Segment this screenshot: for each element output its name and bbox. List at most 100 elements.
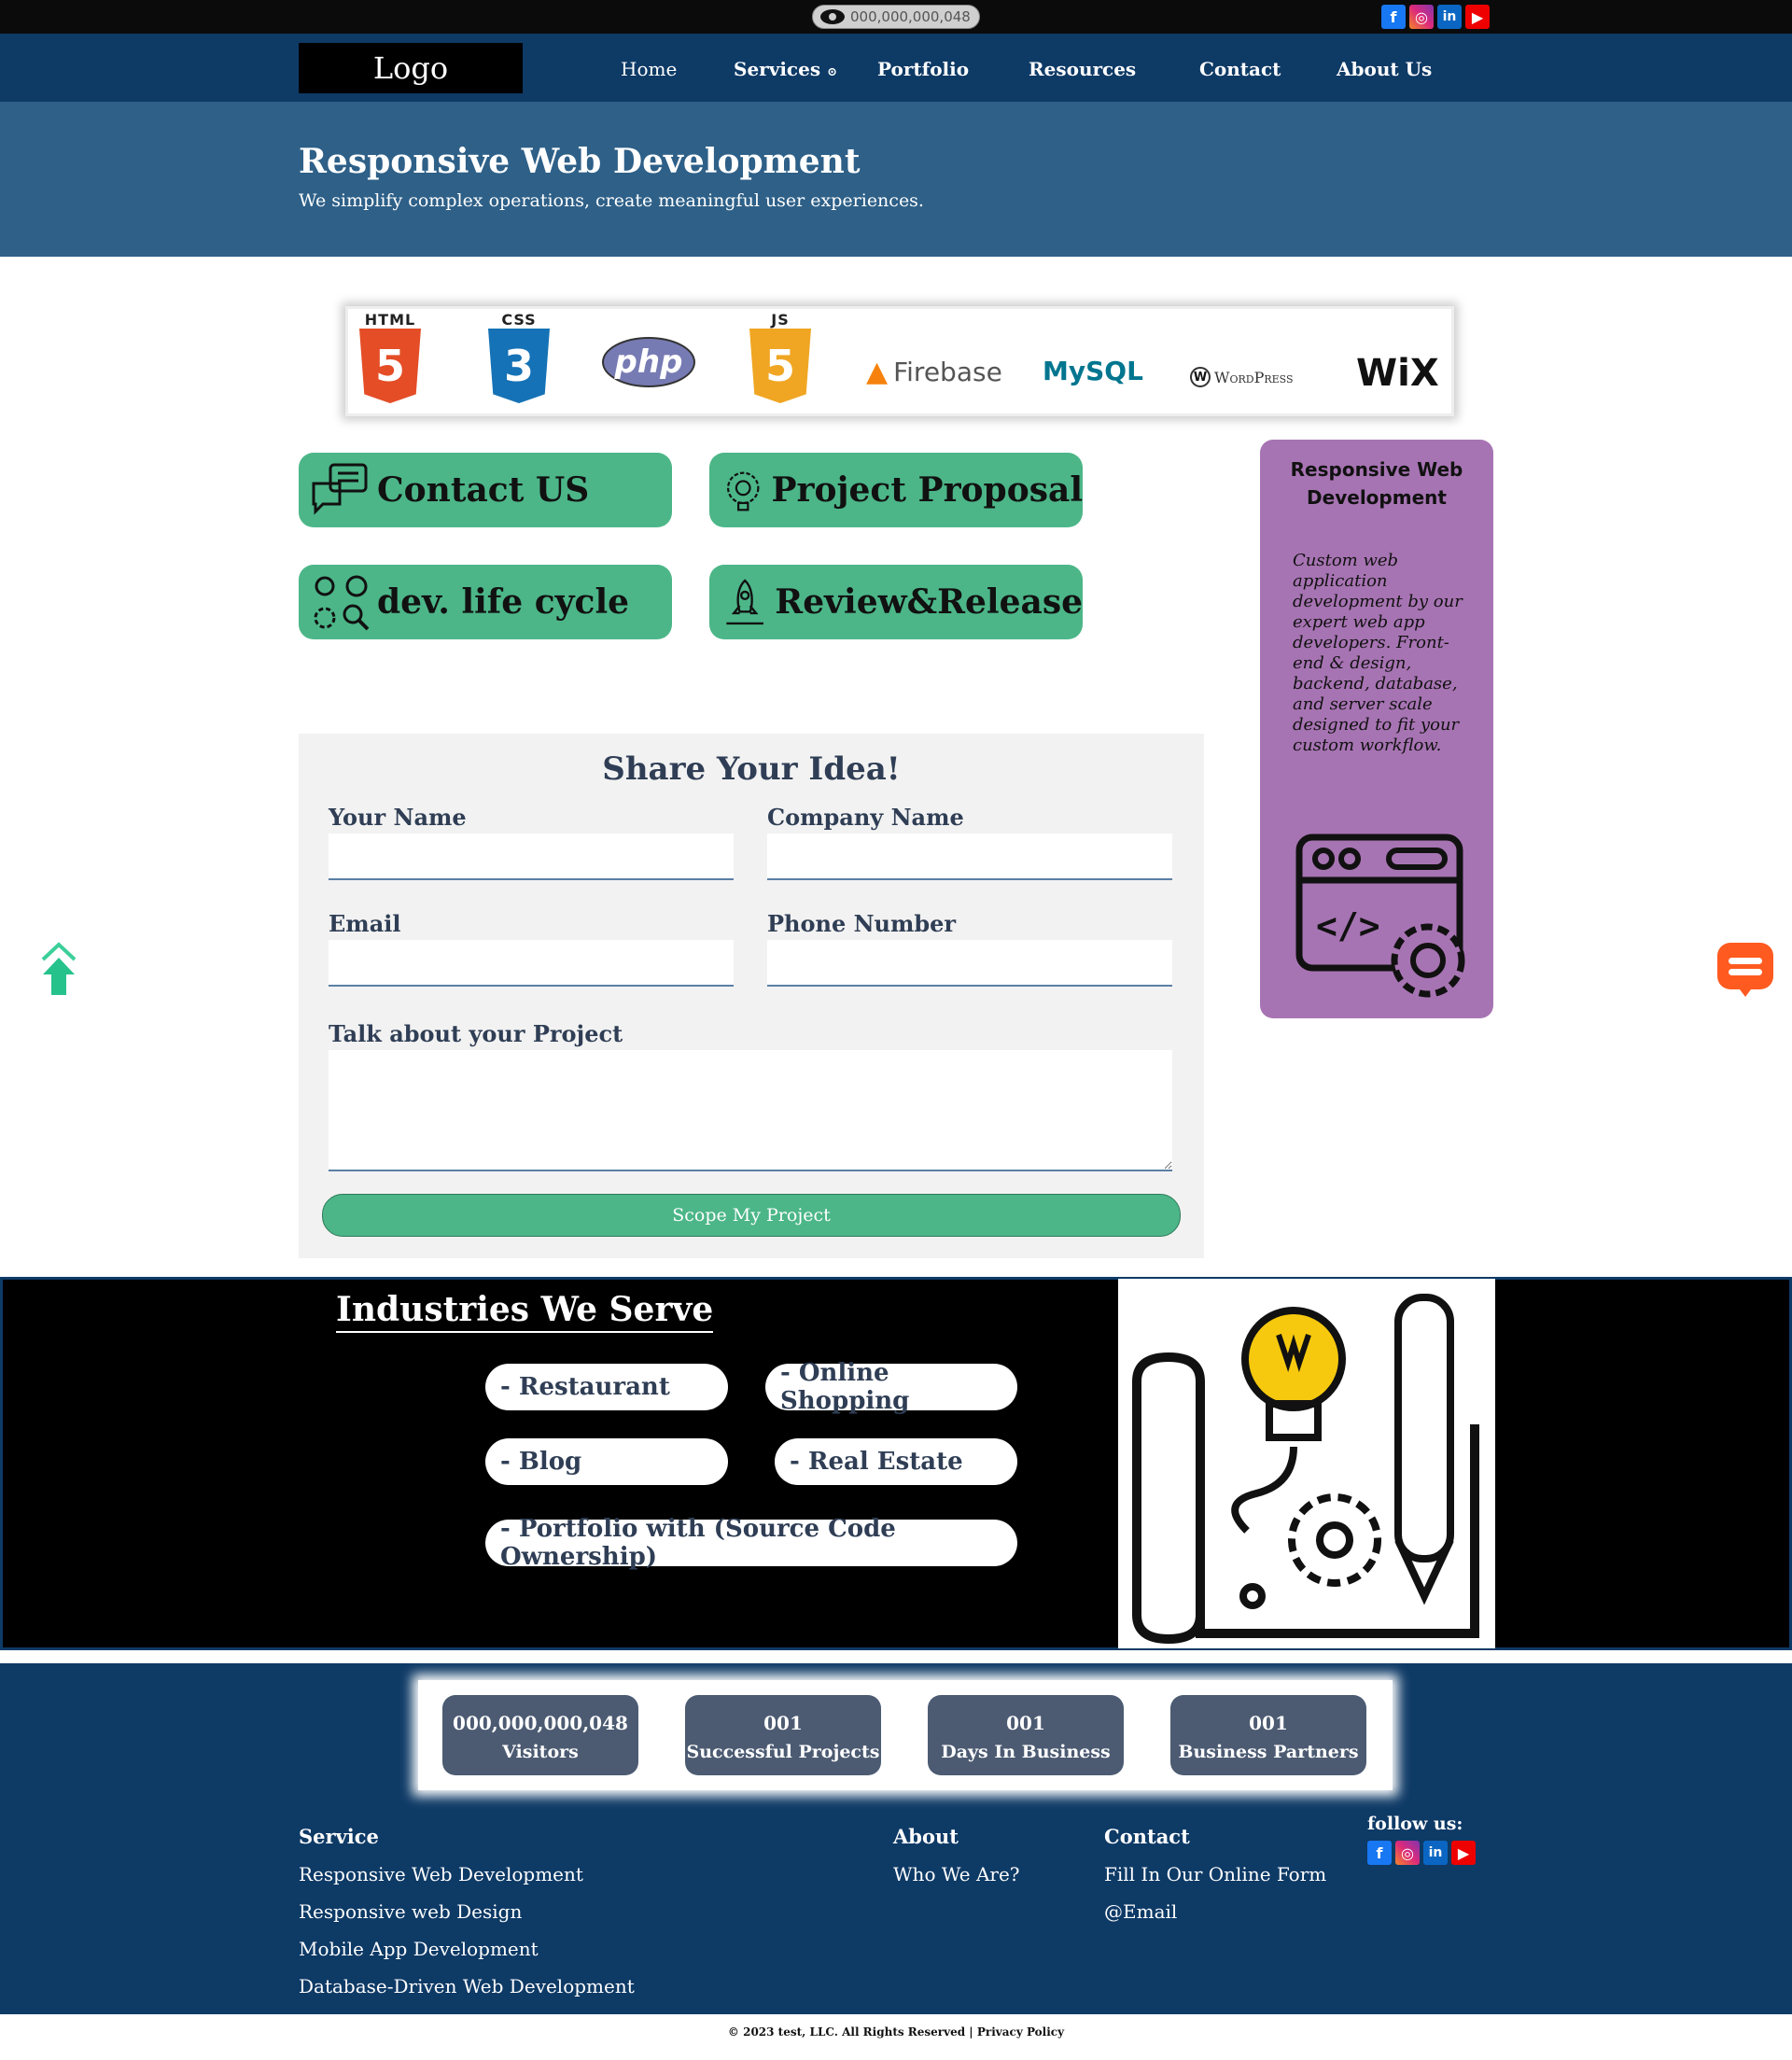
youtube-icon[interactable]: ▶: [1465, 5, 1490, 29]
css3-logo: CSS 3: [488, 311, 550, 403]
facebook-icon[interactable]: f: [1367, 1841, 1392, 1865]
phone-label: Phone Number: [767, 910, 957, 937]
visit-counter-value: 000,000,000,048: [850, 8, 971, 25]
visit-counter: 000,000,000,048: [812, 5, 980, 29]
footer-link[interactable]: Database-Driven Web Development: [299, 1975, 635, 1997]
footer-link[interactable]: @Email: [1104, 1900, 1177, 1923]
stat-visitors: 000,000,000,048 Visitors: [442, 1695, 638, 1775]
social-links-footer: f ◎ in ▶: [1367, 1841, 1476, 1865]
footer-link[interactable]: Responsive Web Development: [299, 1863, 583, 1885]
industry-portfolio[interactable]: - Portfolio with (Source Code Ownership): [485, 1515, 1017, 1571]
stat-value: 000,000,000,048: [453, 1712, 628, 1734]
industries-title: Industries We Serve: [336, 1290, 714, 1333]
facebook-icon[interactable]: f: [1381, 5, 1406, 29]
wordpress-icon: W: [1190, 367, 1211, 387]
instagram-icon[interactable]: ◎: [1409, 5, 1434, 29]
company-field[interactable]: [767, 834, 1172, 880]
mysql-text: MySQL: [1043, 356, 1143, 386]
nav-home[interactable]: Home: [621, 58, 677, 80]
firebase-text: Firebase: [893, 357, 1002, 387]
follow-us-label: follow us:: [1367, 1814, 1463, 1834]
svg-text:</>: </>: [1316, 905, 1380, 946]
php-text: php: [602, 337, 695, 387]
nav-contact[interactable]: Contact: [1199, 58, 1281, 80]
wix-logo: WiX: [1356, 352, 1439, 395]
dev-life-cycle-button[interactable]: dev. life cycle: [299, 565, 672, 639]
scroll-up-icon[interactable]: [37, 941, 80, 999]
chat-bubbles-icon: [312, 463, 368, 515]
footer-link[interactable]: Fill In Our Online Form: [1104, 1863, 1326, 1885]
js-caption: JS: [771, 311, 790, 329]
form-title: Share Your Idea!: [602, 750, 901, 788]
js-logo: JS 5: [749, 311, 811, 403]
firebase-logo: ▲ Firebase: [866, 356, 1002, 388]
youtube-icon[interactable]: ▶: [1451, 1841, 1476, 1865]
dev-life-cycle-label: dev. life cycle: [377, 582, 630, 622]
company-label: Company Name: [767, 804, 964, 831]
code-window-gear-icon: </>: [1295, 834, 1465, 998]
html-caption: HTML: [364, 311, 416, 329]
rocket-icon: [726, 579, 763, 625]
stat-label: Business Partners: [1178, 1742, 1359, 1762]
nav-portfolio[interactable]: Portfolio: [877, 58, 969, 80]
review-release-label: Review&Release: [775, 582, 1083, 622]
logo[interactable]: Logo: [299, 43, 523, 93]
linkedin-icon[interactable]: in: [1423, 1841, 1448, 1865]
nav-services[interactable]: Services ⊙: [734, 58, 837, 80]
contact-us-label: Contact US: [377, 470, 590, 510]
copyright-text: © 2023 test, LLC. All Rights Reserved |: [727, 2025, 977, 2039]
mysql-logo: MySQL: [1043, 356, 1143, 386]
industry-blog[interactable]: - Blog: [485, 1438, 728, 1485]
php-logo: php: [602, 337, 695, 387]
footer-service-heading: Service: [299, 1825, 379, 1848]
stat-label: Days In Business: [941, 1742, 1111, 1762]
hero-subtitle: We simplify complex operations, create m…: [299, 190, 924, 211]
project-textarea[interactable]: [329, 1050, 1172, 1171]
idea-blueprint-illustration: [1118, 1279, 1495, 1648]
nav-about-us[interactable]: About Us: [1337, 58, 1432, 80]
stat-days: 001 Days In Business: [928, 1695, 1124, 1775]
tech-logos-strip: HTML 5 CSS 3 php JS 5 ▲ Firebase MySQL W…: [345, 306, 1454, 416]
stat-value: 001: [1006, 1712, 1045, 1734]
wordpress-text: WordPress: [1214, 368, 1294, 386]
phone-field[interactable]: [767, 940, 1172, 987]
html5-logo: HTML 5: [359, 311, 421, 403]
instagram-icon[interactable]: ◎: [1395, 1841, 1420, 1865]
footer-contact-heading: Contact: [1104, 1825, 1190, 1848]
stat-partners: 001 Business Partners: [1170, 1695, 1366, 1775]
copyright: © 2023 test, LLC. All Rights Reserved | …: [0, 2025, 1792, 2039]
nav-resources[interactable]: Resources: [1029, 58, 1136, 80]
scope-project-button[interactable]: Scope My Project: [322, 1194, 1181, 1237]
industry-online-shopping[interactable]: - Online Shopping: [765, 1359, 1017, 1415]
service-card-description: Custom web application development by ou…: [1293, 551, 1463, 755]
industry-real-estate[interactable]: - Real Estate: [775, 1438, 1017, 1485]
css-caption: CSS: [501, 311, 537, 329]
bulb-pencil-blueprint-icon: [1132, 1294, 1479, 1645]
chat-icon[interactable]: [1715, 941, 1775, 999]
wix-text: WiX: [1356, 352, 1439, 395]
stat-value: 001: [1249, 1712, 1288, 1734]
nav-services-label: Services: [734, 58, 821, 80]
contact-us-button[interactable]: Contact US: [299, 453, 672, 527]
linkedin-icon[interactable]: in: [1437, 5, 1462, 29]
wordpress-logo: W WordPress: [1190, 367, 1294, 387]
footer-link[interactable]: Who We Are?: [893, 1863, 1020, 1885]
name-field[interactable]: [329, 834, 734, 880]
email-label: Email: [329, 910, 401, 937]
project-proposal-button[interactable]: Project Proposal: [709, 453, 1083, 527]
hero-banner: [0, 102, 1792, 257]
footer-about-heading: About: [893, 1825, 959, 1848]
flame-icon: ▲: [866, 356, 889, 388]
project-proposal-label: Project Proposal: [771, 470, 1083, 510]
social-links-top: f ◎ in ▶: [1381, 5, 1490, 29]
email-field[interactable]: [329, 940, 734, 987]
footer-link[interactable]: Mobile App Development: [299, 1938, 539, 1960]
industry-restaurant[interactable]: - Restaurant: [485, 1364, 728, 1410]
footer-link[interactable]: Responsive web Design: [299, 1900, 522, 1923]
process-gears-icon: [314, 575, 370, 631]
stat-projects: 001 Successful Projects: [685, 1695, 881, 1775]
hero-title: Responsive Web Development: [299, 142, 861, 181]
chevron-down-icon: ⊙: [827, 65, 837, 79]
review-release-button[interactable]: Review&Release: [709, 565, 1083, 639]
privacy-policy-link[interactable]: Privacy Policy: [977, 2025, 1064, 2039]
